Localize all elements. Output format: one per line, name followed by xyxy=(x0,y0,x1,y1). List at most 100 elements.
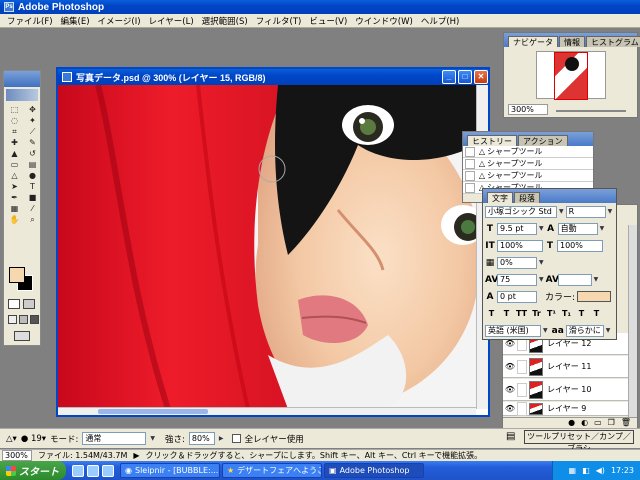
stamp-tool-icon[interactable]: ▲ xyxy=(6,149,23,159)
pen-tool-icon[interactable]: ✒ xyxy=(6,193,23,203)
history-item[interactable]: △ シャープツール xyxy=(463,170,593,182)
navigator-preview[interactable] xyxy=(535,51,606,100)
tab-navigator[interactable]: ナビゲータ xyxy=(508,36,558,47)
layer-row[interactable]: 👁 レイヤー 10 xyxy=(503,379,629,401)
font-style-select[interactable]: R xyxy=(565,205,606,218)
taskbar-item-photoshop[interactable]: ▣ Adobe Photoshop xyxy=(324,463,424,478)
taskbar-item-dessert[interactable]: ★ デザートフェアへようこそ... xyxy=(222,463,322,478)
kerning-field[interactable] xyxy=(557,273,592,286)
all-caps-button[interactable]: TT xyxy=(515,309,528,318)
sample-all-layers-checkbox[interactable] xyxy=(231,434,241,443)
quick-launch-media-icon[interactable] xyxy=(102,464,114,477)
history-brush-tool-icon[interactable]: ↺ xyxy=(24,149,41,159)
start-button[interactable]: スタート xyxy=(0,461,66,480)
tsume-field[interactable]: 0% xyxy=(497,256,537,269)
menu-layer[interactable]: レイヤー(L) xyxy=(145,15,198,27)
history-item[interactable]: △ シャープツール xyxy=(463,158,593,170)
eraser-tool-icon[interactable]: ▭ xyxy=(6,160,23,170)
clock[interactable]: 17:23 xyxy=(611,466,634,475)
full-screen-icon[interactable] xyxy=(30,315,39,324)
eye-icon[interactable]: 👁 xyxy=(503,385,517,394)
quick-launch-desktop-icon[interactable] xyxy=(72,464,84,477)
menu-image[interactable]: イメージ(I) xyxy=(94,15,145,27)
layer-row[interactable]: 👁 レイヤー 11 xyxy=(503,356,629,378)
menu-view[interactable]: ビュー(V) xyxy=(305,15,351,27)
eyedropper-tool-icon[interactable]: ⁄ xyxy=(24,204,41,214)
app-title-bar[interactable]: Ps Adobe Photoshop xyxy=(0,0,640,14)
path-select-tool-icon[interactable]: ➤ xyxy=(6,182,23,192)
chevron-down-icon[interactable]: ▼ xyxy=(559,208,564,215)
standard-mode-icon[interactable] xyxy=(8,299,20,309)
font-family-select[interactable]: 小塚ゴシック Std xyxy=(485,205,557,218)
dodge-tool-icon[interactable]: ● xyxy=(24,171,41,181)
healing-brush-tool-icon[interactable]: ✚ xyxy=(6,138,23,148)
faux-italic-button[interactable]: T xyxy=(500,309,513,318)
horizontal-scale-field[interactable]: 100% xyxy=(557,239,603,252)
chevron-down-icon[interactable]: ▼ xyxy=(539,276,544,283)
tab-histogram[interactable]: ヒストグラム xyxy=(586,36,640,47)
menu-help[interactable]: ヘルプ(H) xyxy=(417,15,464,27)
eye-icon[interactable]: 👁 xyxy=(503,362,517,371)
minimize-button[interactable]: _ xyxy=(442,70,456,84)
sharpen-tool-preset-icon[interactable]: △▾ xyxy=(6,434,17,444)
tab-actions[interactable]: アクション xyxy=(518,135,568,146)
tab-history[interactable]: ヒストリー xyxy=(467,135,517,146)
imageready-jump-icon[interactable] xyxy=(14,331,30,341)
text-color-swatch[interactable] xyxy=(577,291,612,302)
history-snapshot-checkbox[interactable] xyxy=(465,158,475,169)
document-horizontal-scrollbar[interactable] xyxy=(58,407,476,415)
zoom-tool-icon[interactable]: ⌕ xyxy=(24,215,41,225)
font-size-field[interactable]: 9.5 pt xyxy=(497,222,537,235)
layer-link-checkbox[interactable] xyxy=(517,401,527,416)
taskbar-item-sleipnir[interactable]: ◉ Sleipnir - [BUBBLE:... xyxy=(120,463,220,478)
leading-field[interactable]: 自動 xyxy=(557,222,598,235)
lasso-tool-icon[interactable]: ◌ xyxy=(6,116,23,126)
ime-icon[interactable]: ▦ xyxy=(569,466,577,475)
sharpen-tool-icon[interactable]: △ xyxy=(6,171,23,181)
tab-info[interactable]: 情報 xyxy=(559,36,585,47)
vertical-scale-field[interactable]: 100% xyxy=(497,239,543,252)
file-size-info[interactable]: ファイル: 1.54M/43.7M xyxy=(38,450,127,461)
chevron-down-icon[interactable]: ▼ xyxy=(543,327,548,334)
gradient-tool-icon[interactable]: ▤ xyxy=(24,160,41,170)
small-caps-button[interactable]: Tr xyxy=(530,309,543,318)
chevron-down-icon[interactable]: ▼ xyxy=(600,225,605,232)
navigator-zoom-field[interactable]: 300% xyxy=(508,104,548,115)
hscroll-thumb[interactable] xyxy=(98,409,208,414)
navigator-zoom-slider[interactable] xyxy=(556,110,626,112)
magic-wand-tool-icon[interactable]: ✦ xyxy=(24,116,41,126)
notes-tool-icon[interactable]: ▦ xyxy=(6,204,23,214)
baseline-shift-field[interactable]: 0 pt xyxy=(497,290,537,303)
mode-select[interactable]: 通常 xyxy=(82,432,147,445)
crop-tool-icon[interactable]: ⌗ xyxy=(6,127,23,137)
menu-file[interactable]: ファイル(F) xyxy=(3,15,57,27)
history-snapshot-checkbox[interactable] xyxy=(465,170,475,181)
move-tool-icon[interactable]: ✥ xyxy=(24,105,41,115)
language-select[interactable]: 英語 (米国) xyxy=(485,324,541,337)
adobe-online-icon[interactable] xyxy=(6,89,38,101)
brush-tool-icon[interactable]: ✎ xyxy=(24,138,41,148)
menu-edit[interactable]: 編集(E) xyxy=(57,15,94,27)
eye-icon[interactable]: 👁 xyxy=(503,339,517,348)
layer-link-checkbox[interactable] xyxy=(517,382,527,397)
toolbox-header[interactable] xyxy=(4,71,40,87)
tracking-field[interactable]: 75 xyxy=(497,273,537,286)
strikethrough-button[interactable]: T xyxy=(590,309,603,318)
image-canvas[interactable] xyxy=(58,85,476,409)
full-screen-menu-icon[interactable] xyxy=(19,315,28,324)
menu-window[interactable]: ウインドウ(W) xyxy=(351,15,417,27)
standard-screen-icon[interactable] xyxy=(8,315,17,324)
quick-mask-mode-icon[interactable] xyxy=(23,299,35,309)
type-tool-icon[interactable]: T xyxy=(24,182,41,192)
chevron-down-icon[interactable]: ▼ xyxy=(539,225,544,232)
file-browser-icon[interactable]: ▤ xyxy=(506,431,515,442)
history-snapshot-checkbox[interactable] xyxy=(465,182,475,193)
history-snapshot-checkbox[interactable] xyxy=(465,146,475,157)
faux-bold-button[interactable]: T xyxy=(485,309,498,318)
layers-scrollbar[interactable] xyxy=(628,225,637,417)
foreground-color-swatch[interactable] xyxy=(9,267,25,283)
shape-tool-icon[interactable]: ■ xyxy=(24,193,41,203)
chevron-down-icon[interactable]: ▼ xyxy=(150,435,155,442)
volume-icon[interactable]: ◀) xyxy=(596,466,605,475)
brush-picker[interactable]: ● 19▾ xyxy=(21,434,46,444)
